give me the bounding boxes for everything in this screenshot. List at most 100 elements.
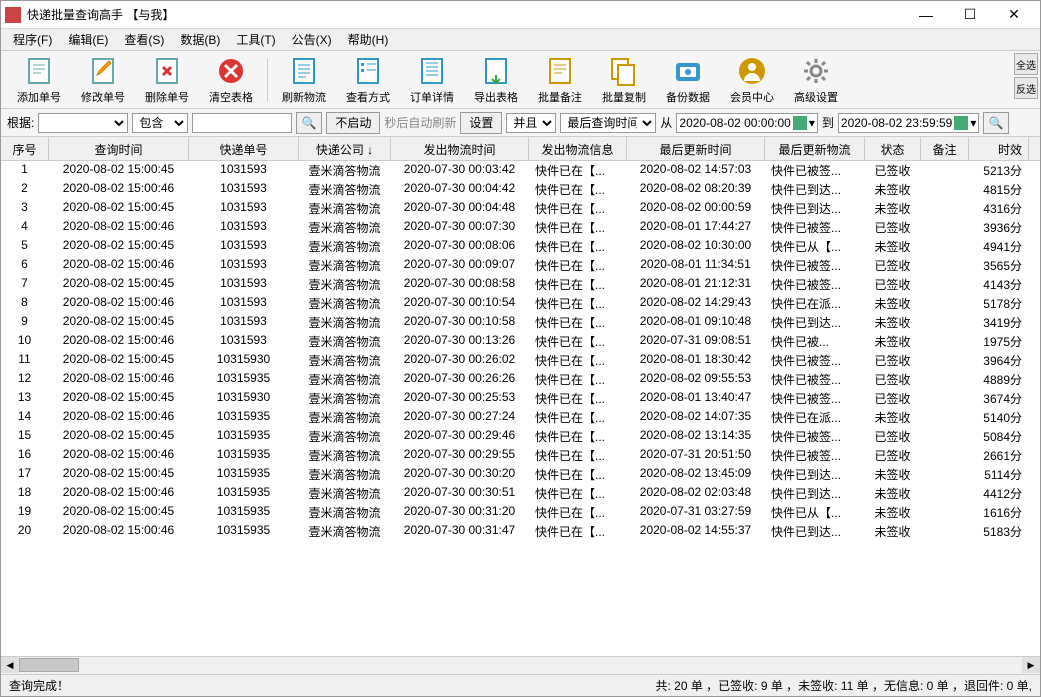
- table-row[interactable]: 32020-08-02 15:00:451031593壹米滴答物流2020-07…: [1, 199, 1040, 218]
- cell-n: 14: [1, 408, 49, 427]
- table-row[interactable]: 92020-08-02 15:00:451031593壹米滴答物流2020-07…: [1, 313, 1040, 332]
- cell-no: 1031593: [189, 180, 299, 199]
- toolbar-detail-button[interactable]: 订单详情: [400, 53, 464, 107]
- cell-ut: 2020-07-31 09:08:51: [627, 332, 765, 351]
- column-header[interactable]: 发出物流信息: [529, 137, 627, 160]
- column-header[interactable]: 序号: [1, 137, 49, 160]
- table-row[interactable]: 22020-08-02 15:00:461031593壹米滴答物流2020-07…: [1, 180, 1040, 199]
- refresh-icon: [288, 55, 320, 87]
- table-row[interactable]: 202020-08-02 15:00:4610315935壹米滴答物流2020-…: [1, 522, 1040, 541]
- cell-si: 快件已在【...: [529, 522, 627, 541]
- menu-数据[interactable]: 数据(B): [172, 29, 228, 50]
- cell-no: 1031593: [189, 256, 299, 275]
- menu-程序[interactable]: 程序(F): [5, 29, 60, 50]
- minimize-button[interactable]: —: [904, 2, 948, 28]
- table-row[interactable]: 182020-08-02 15:00:4610315935壹米滴答物流2020-…: [1, 484, 1040, 503]
- cell-qt: 2020-08-02 15:00:45: [49, 275, 189, 294]
- cell-ui: 快件已到达...: [765, 199, 865, 218]
- chevron-down-icon: ▾: [970, 116, 976, 130]
- search-button[interactable]: 🔍: [296, 112, 322, 134]
- table-row[interactable]: 102020-08-02 15:00:461031593壹米滴答物流2020-0…: [1, 332, 1040, 351]
- toolbar-note-button[interactable]: 批量备注: [528, 53, 592, 107]
- toolbar-export-button[interactable]: 导出表格: [464, 53, 528, 107]
- column-header[interactable]: 最后更新物流: [765, 137, 865, 160]
- table-row[interactable]: 52020-08-02 15:00:451031593壹米滴答物流2020-07…: [1, 237, 1040, 256]
- cell-si: 快件已在【...: [529, 237, 627, 256]
- column-header[interactable]: 状态: [865, 137, 921, 160]
- grid-body[interactable]: 12020-08-02 15:00:451031593壹米滴答物流2020-07…: [1, 161, 1040, 656]
- toolbar-settings-button[interactable]: 高级设置: [784, 53, 848, 107]
- toolbar-member-button[interactable]: 会员中心: [720, 53, 784, 107]
- scroll-thumb[interactable]: [19, 658, 79, 672]
- table-row[interactable]: 152020-08-02 15:00:4510315935壹米滴答物流2020-…: [1, 427, 1040, 446]
- horizontal-scrollbar[interactable]: ◀ ▶: [1, 656, 1040, 674]
- cell-note: [921, 465, 969, 484]
- keyword-input[interactable]: [192, 113, 292, 133]
- column-header[interactable]: 最后更新时间: [627, 137, 765, 160]
- basis-select[interactable]: [38, 113, 128, 133]
- table-row[interactable]: 72020-08-02 15:00:451031593壹米滴答物流2020-07…: [1, 275, 1040, 294]
- cell-status: 未签收: [865, 332, 921, 351]
- column-header[interactable]: 快递单号: [189, 137, 299, 160]
- cell-no: 1031593: [189, 199, 299, 218]
- table-row[interactable]: 142020-08-02 15:00:4610315935壹米滴答物流2020-…: [1, 408, 1040, 427]
- column-header[interactable]: 快递公司 ↓: [299, 137, 391, 160]
- cell-no: 10315930: [189, 389, 299, 408]
- cell-ut: 2020-07-31 03:27:59: [627, 503, 765, 522]
- toolbar-view-button[interactable]: 查看方式: [336, 53, 400, 107]
- column-header[interactable]: 时效: [969, 137, 1029, 160]
- column-header[interactable]: 发出物流时间: [391, 137, 529, 160]
- maximize-button[interactable]: ☐: [948, 2, 992, 28]
- table-row[interactable]: 132020-08-02 15:00:4510315930壹米滴答物流2020-…: [1, 389, 1040, 408]
- cell-no: 10315935: [189, 408, 299, 427]
- column-header[interactable]: 查询时间: [49, 137, 189, 160]
- time-field-select[interactable]: 最后查询时间: [560, 113, 656, 133]
- toolbar-edit-button[interactable]: 修改单号: [71, 53, 135, 107]
- table-row[interactable]: 122020-08-02 15:00:4610315935壹米滴答物流2020-…: [1, 370, 1040, 389]
- filter-search-button[interactable]: 🔍: [983, 112, 1009, 134]
- table-row[interactable]: 172020-08-02 15:00:4510315935壹米滴答物流2020-…: [1, 465, 1040, 484]
- toolbar-backup-button[interactable]: 备份数据: [656, 53, 720, 107]
- table-row[interactable]: 82020-08-02 15:00:461031593壹米滴答物流2020-07…: [1, 294, 1040, 313]
- table-row[interactable]: 192020-08-02 15:00:4510315935壹米滴答物流2020-…: [1, 503, 1040, 522]
- scroll-right-arrow[interactable]: ▶: [1022, 657, 1040, 673]
- menu-查看[interactable]: 查看(S): [116, 29, 172, 50]
- select-all-button[interactable]: 全选: [1014, 53, 1038, 75]
- table-row[interactable]: 12020-08-02 15:00:451031593壹米滴答物流2020-07…: [1, 161, 1040, 180]
- disable-button[interactable]: 不启动: [326, 112, 380, 134]
- menu-帮助[interactable]: 帮助(H): [340, 29, 397, 50]
- cell-co: 壹米滴答物流: [299, 218, 391, 237]
- close-button[interactable]: ✕: [992, 2, 1036, 28]
- cell-tx: 3419分: [969, 313, 1029, 332]
- toolbar-copy-button[interactable]: 批量复制: [592, 53, 656, 107]
- menu-工具[interactable]: 工具(T): [228, 29, 283, 50]
- cell-qt: 2020-08-02 15:00:45: [49, 199, 189, 218]
- menu-编辑[interactable]: 编辑(E): [60, 29, 116, 50]
- cell-qt: 2020-08-02 15:00:46: [49, 408, 189, 427]
- cell-no: 10315935: [189, 446, 299, 465]
- from-date-input[interactable]: 2020-08-02 00:00:00▾: [676, 113, 817, 133]
- cell-st: 2020-07-30 00:30:20: [391, 465, 529, 484]
- toolbar-delete-button[interactable]: 删除单号: [135, 53, 199, 107]
- invert-select-button[interactable]: 反选: [1014, 77, 1038, 99]
- logic-select[interactable]: 并且: [506, 113, 556, 133]
- member-icon: [736, 55, 768, 87]
- toolbar-clear-button[interactable]: 清空表格: [199, 53, 263, 107]
- cell-ut: 2020-08-01 09:10:48: [627, 313, 765, 332]
- toolbar-add-button[interactable]: 添加单号: [7, 53, 71, 107]
- op-select[interactable]: 包含: [132, 113, 188, 133]
- column-header[interactable]: 备注: [921, 137, 969, 160]
- scroll-left-arrow[interactable]: ◀: [1, 657, 19, 673]
- toolbar-refresh-button[interactable]: 刷新物流: [272, 53, 336, 107]
- table-row[interactable]: 162020-08-02 15:00:4610315935壹米滴答物流2020-…: [1, 446, 1040, 465]
- cell-co: 壹米滴答物流: [299, 237, 391, 256]
- to-date-input[interactable]: 2020-08-02 23:59:59▾: [838, 113, 979, 133]
- table-row[interactable]: 62020-08-02 15:00:461031593壹米滴答物流2020-07…: [1, 256, 1040, 275]
- table-row[interactable]: 112020-08-02 15:00:4510315930壹米滴答物流2020-…: [1, 351, 1040, 370]
- menu-公告[interactable]: 公告(X): [284, 29, 340, 50]
- magnifier-icon: 🔍: [302, 116, 317, 130]
- cell-ui: 快件已到达...: [765, 313, 865, 332]
- settings-button[interactable]: 设置: [460, 112, 502, 134]
- cell-ui: 快件已被签...: [765, 427, 865, 446]
- table-row[interactable]: 42020-08-02 15:00:461031593壹米滴答物流2020-07…: [1, 218, 1040, 237]
